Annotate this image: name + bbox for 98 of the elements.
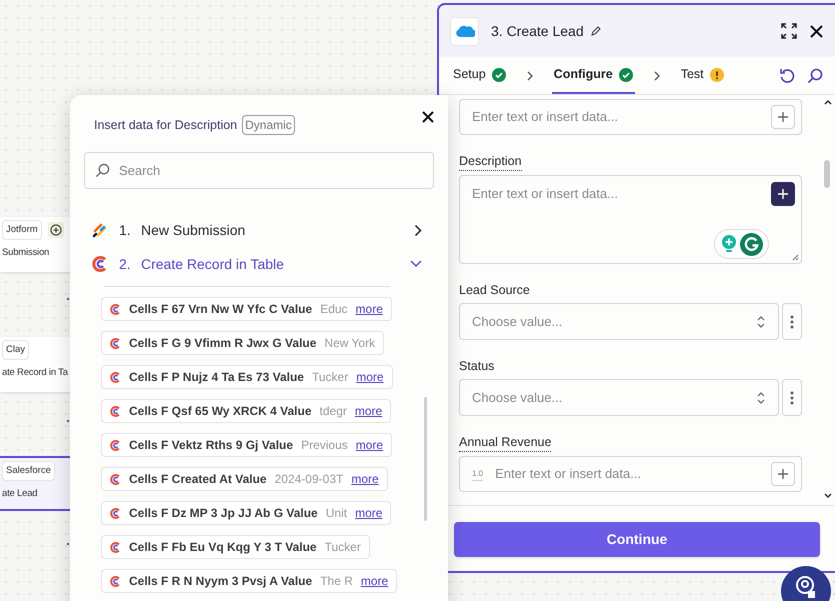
cloud-icon (454, 24, 474, 38)
field-name: Cells F Fb Eu Vq Kqg Y 3 T Value (129, 539, 317, 556)
app-badge: Jotform (2, 220, 42, 240)
clay-logo-icon (92, 256, 108, 272)
plus-icon (777, 188, 789, 200)
more-link[interactable]: more (355, 504, 382, 522)
add-circle-icon[interactable] (48, 222, 64, 238)
help-button[interactable] (781, 566, 831, 601)
more-icon (790, 314, 794, 328)
data-pill[interactable]: Cells F G 9 Vfimm R Jwx G Value New York (101, 331, 384, 355)
data-pill[interactable]: Cells F P Nujz 4 Ta Es 73 Value Tucker more (101, 365, 393, 389)
field-label: Annual Revenue (459, 433, 552, 452)
more-link[interactable]: more (360, 572, 388, 590)
field-value: tdegr (320, 403, 347, 420)
search-placeholder: Search (119, 162, 162, 180)
search-icon (95, 163, 110, 178)
field-value: Tucker (324, 539, 361, 556)
clay-logo-icon (110, 576, 121, 586)
number-field[interactable]: 1.0 Enter text or insert data... (459, 456, 802, 492)
step-tab[interactable]: Setup (451, 57, 508, 94)
field-value: 2024-09-03T (274, 471, 344, 488)
sort-arrows-icon (756, 314, 766, 328)
continue-button[interactable]: Continue (454, 522, 820, 557)
more-options-button[interactable] (782, 379, 802, 416)
dynamic-badge: Dynamic (242, 115, 295, 135)
field-value: Unit (326, 505, 348, 522)
field-name: Cells F G 9 Vfimm R Jwx G Value (129, 335, 316, 352)
data-pill[interactable]: Cells F Fb Eu Vq Kqg Y 3 T Value Tucker (101, 535, 370, 559)
clay-logo-icon (110, 474, 121, 484)
undo-icon[interactable] (779, 68, 795, 84)
data-pill[interactable]: Cells F Qsf 65 Wy XRCK 4 Value tdegr more (101, 399, 392, 423)
more-link[interactable]: more (356, 368, 384, 386)
pencil-icon[interactable] (590, 25, 602, 37)
data-pill[interactable]: Cells F Created At Value 2024-09-03T more (101, 467, 388, 491)
support-person-icon (795, 576, 817, 600)
field-label: Lead Source (459, 282, 530, 299)
lightbulb-icon (720, 234, 736, 254)
number-type-label: 1.0 (472, 468, 484, 480)
data-pill[interactable]: Cells F 67 Vrn Nw W Yfc C Value Educ more (101, 297, 392, 321)
clay-logo-icon (110, 304, 121, 314)
field-label: Status (459, 358, 494, 375)
chevron-right-icon (414, 224, 422, 236)
chevron-right-icon (526, 70, 534, 82)
step-tab[interactable]: Configure (552, 57, 635, 94)
field-name: Cells F Created At Value (129, 471, 267, 488)
more-link[interactable]: more (351, 470, 379, 488)
clay-logo-icon (110, 508, 121, 518)
grammarly-widget[interactable] (714, 229, 769, 259)
field-name: Cells F Dz MP 3 Jp JJ Ab G Value (129, 505, 318, 522)
chevron-right-icon (652, 70, 661, 82)
insert-data-button[interactable] (771, 182, 795, 206)
expand-icon[interactable] (781, 23, 797, 39)
more-link[interactable]: more (356, 300, 383, 318)
node-title: Submission (2, 246, 50, 260)
data-pill[interactable]: Cells F Vektz Rths 9 Gj Value Previous more (101, 433, 392, 457)
field-name: Cells F P Nujz 4 Ta Es 73 Value (129, 369, 304, 386)
field-name: Cells F R N Nyym 3 Pvsj A Value (129, 573, 312, 590)
more-options-button[interactable] (782, 303, 802, 340)
node-title: ate Lead (2, 487, 38, 502)
clay-logo-icon (110, 440, 121, 450)
popup-title: Insert data for Description (94, 116, 238, 134)
field-name: Cells F Vektz Rths 9 Gj Value (129, 437, 294, 454)
node-title: ate Record in Ta (2, 366, 69, 380)
scrollbar-thumb[interactable] (824, 160, 830, 188)
field-value: Previous (301, 437, 348, 454)
clay-logo-icon (110, 542, 121, 552)
jotform-logo-icon (92, 222, 108, 238)
scroll-down-icon[interactable] (824, 493, 832, 499)
step-tab[interactable]: Test (678, 57, 726, 94)
clay-logo-icon (110, 372, 121, 382)
field-value: Educ (320, 301, 348, 318)
data-pill[interactable]: Cells F R N Nyym 3 Pvsj A Value The R more (101, 569, 398, 593)
more-link[interactable]: more (354, 402, 382, 420)
search-icon[interactable] (807, 68, 823, 84)
plus-icon (777, 111, 789, 123)
more-link[interactable]: more (356, 436, 384, 454)
data-pill[interactable]: Cells F Dz MP 3 Jp JJ Ab G Value Unit more (101, 501, 392, 525)
scroll-up-icon[interactable] (824, 99, 832, 105)
field-value: Tucker (312, 369, 348, 386)
clay-logo-icon (110, 406, 121, 416)
app-badge: Salesforce (2, 461, 55, 482)
field-value: New York (324, 335, 376, 352)
app-badge: Clay (2, 340, 30, 360)
plus-icon (777, 468, 789, 480)
clay-logo-icon (110, 338, 121, 348)
field-value: The R (320, 573, 353, 590)
close-icon[interactable] (810, 24, 823, 38)
chevron-down-icon (410, 260, 422, 268)
field-name: Cells F 67 Vrn Nw W Yfc C Value (129, 301, 312, 318)
resize-handle-icon (792, 254, 799, 261)
close-icon[interactable] (422, 111, 434, 123)
field-label: Description (459, 152, 522, 171)
field-name: Cells F Qsf 65 Wy XRCK 4 Value (129, 403, 312, 420)
more-icon (790, 390, 794, 404)
panel-title: 3. Create Lead (491, 22, 584, 40)
scrollbar-thumb[interactable] (424, 397, 427, 521)
grammarly-icon (740, 232, 762, 256)
sort-arrows-icon (756, 390, 766, 404)
